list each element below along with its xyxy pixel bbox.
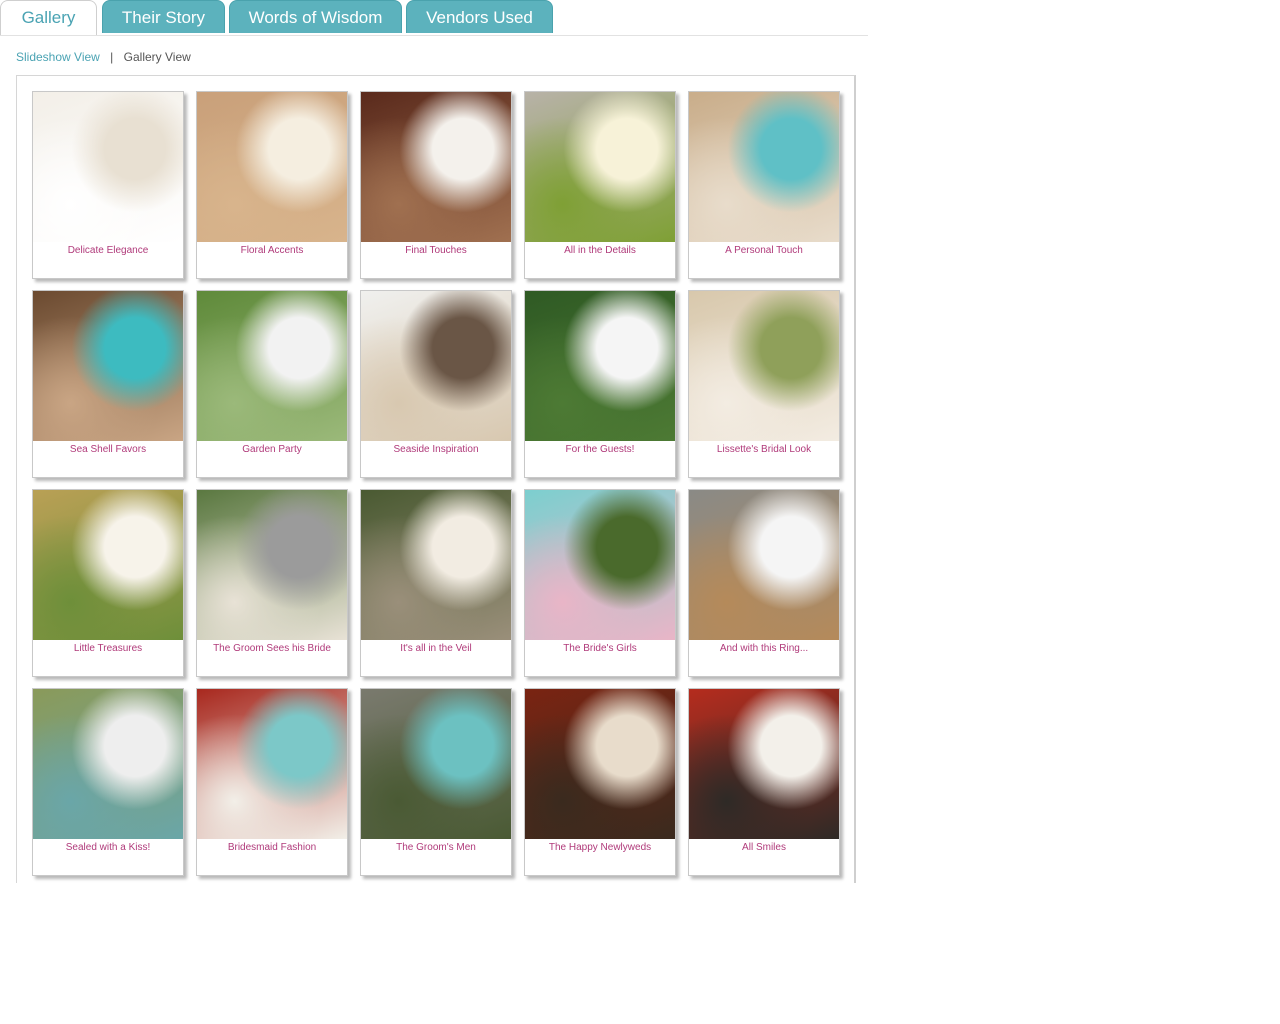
gallery-caption[interactable]: A Personal Touch [689,245,839,256]
gallery-thumbnail[interactable] [33,689,183,839]
gallery-caption[interactable]: The Bride's Girls [525,643,675,654]
view-switcher: Slideshow View | Gallery View [16,50,191,64]
gallery-thumbnail[interactable] [197,291,347,441]
gallery-item[interactable]: The Happy Newlyweds [524,688,676,876]
gallery-caption[interactable]: Delicate Elegance [33,245,183,256]
gallery-thumbnail[interactable] [361,291,511,441]
gallery-caption[interactable]: For the Guests! [525,444,675,455]
gallery-caption[interactable]: Seaside Inspiration [361,444,511,455]
gallery-caption[interactable]: And with this Ring... [689,643,839,654]
gallery-thumbnail[interactable] [525,291,675,441]
gallery-thumbnail[interactable] [689,490,839,640]
gallery-item[interactable]: All Smiles [688,688,840,876]
gallery-item[interactable]: A Personal Touch [688,91,840,279]
view-separator: | [110,50,114,64]
gallery-caption[interactable]: The Happy Newlyweds [525,842,675,853]
gallery-caption[interactable]: Lissette's Bridal Look [689,444,839,455]
gallery-caption[interactable]: Bridesmaid Fashion [197,842,347,853]
tab-words-of-wisdom[interactable]: Words of Wisdom [229,0,402,33]
gallery-grid: Delicate Elegance Floral Accents Final Tou… [32,91,852,881]
gallery-item[interactable]: Delicate Elegance [32,91,184,279]
tab-bar: Gallery Their Story Words of Wisdom Vend… [0,0,868,36]
gallery-item[interactable]: Little Treasures [32,489,184,677]
gallery-caption[interactable]: All Smiles [689,842,839,853]
gallery-thumbnail[interactable] [525,490,675,640]
gallery-item[interactable]: Final Touches [360,91,512,279]
gallery-thumbnail[interactable] [197,689,347,839]
gallery-caption[interactable]: Garden Party [197,444,347,455]
gallery-item[interactable]: Sealed with a Kiss! [32,688,184,876]
gallery-caption[interactable]: Sealed with a Kiss! [33,842,183,853]
gallery-thumbnail[interactable] [689,92,839,242]
gallery-thumbnail[interactable] [197,92,347,242]
tab-vendors-used[interactable]: Vendors Used [406,0,553,33]
gallery-item[interactable]: Bridesmaid Fashion [196,688,348,876]
gallery-item[interactable]: Lissette's Bridal Look [688,290,840,478]
gallery-caption[interactable]: The Groom Sees his Bride [197,643,347,654]
gallery-item[interactable]: Sea Shell Favors [32,290,184,478]
gallery-thumbnail[interactable] [361,689,511,839]
gallery-thumbnail[interactable] [361,92,511,242]
gallery-caption[interactable]: Sea Shell Favors [33,444,183,455]
gallery-item[interactable]: All in the Details [524,91,676,279]
gallery-caption[interactable]: The Groom's Men [361,842,511,853]
gallery-item[interactable]: Garden Party [196,290,348,478]
slideshow-view-link[interactable]: Slideshow View [16,50,100,64]
gallery-item[interactable]: For the Guests! [524,290,676,478]
gallery-thumbnail[interactable] [525,92,675,242]
gallery-item[interactable]: Seaside Inspiration [360,290,512,478]
gallery-item[interactable]: The Groom's Men [360,688,512,876]
gallery-thumbnail[interactable] [33,291,183,441]
tab-gallery[interactable]: Gallery [0,0,97,35]
gallery-item[interactable]: And with this Ring... [688,489,840,677]
gallery-thumbnail[interactable] [689,291,839,441]
gallery-caption[interactable]: It's all in the Veil [361,643,511,654]
gallery-thumbnail[interactable] [525,689,675,839]
gallery-caption[interactable]: Floral Accents [197,245,347,256]
gallery-item[interactable]: It's all in the Veil [360,489,512,677]
gallery-item[interactable]: Floral Accents [196,91,348,279]
tab-their-story[interactable]: Their Story [102,0,225,33]
gallery-item[interactable]: The Bride's Girls [524,489,676,677]
gallery-thumbnail[interactable] [33,92,183,242]
gallery-thumbnail[interactable] [33,490,183,640]
gallery-caption[interactable]: Final Touches [361,245,511,256]
gallery-thumbnail[interactable] [197,490,347,640]
gallery-caption[interactable]: Little Treasures [33,643,183,654]
gallery-view-current: Gallery View [123,50,191,64]
gallery-thumbnail[interactable] [689,689,839,839]
gallery-thumbnail[interactable] [361,490,511,640]
gallery-item[interactable]: The Groom Sees his Bride [196,489,348,677]
gallery-caption[interactable]: All in the Details [525,245,675,256]
